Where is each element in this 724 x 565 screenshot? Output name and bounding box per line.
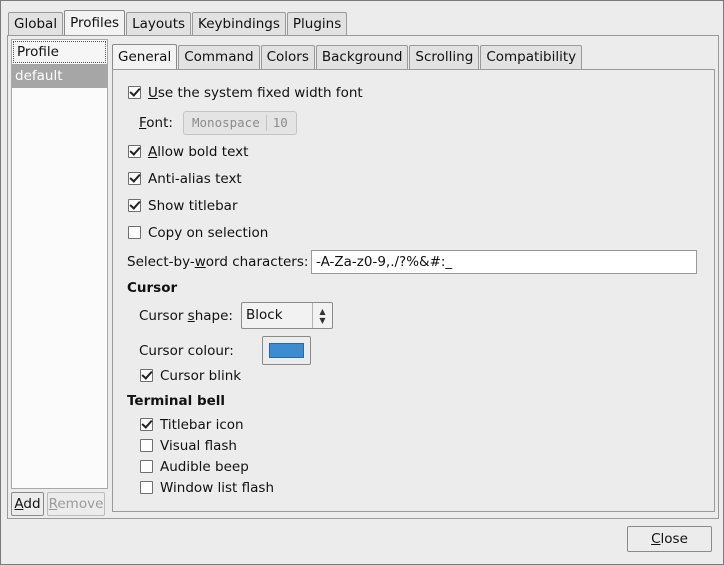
checkbox-icon [128, 86, 141, 99]
checkbox-icon [140, 418, 153, 431]
cursor-shape-select[interactable]: Block ▲ ▼ [241, 302, 333, 329]
font-label: Font: [139, 115, 173, 131]
profile-list-header[interactable]: Profile [13, 41, 106, 63]
font-size: 10 [272, 115, 288, 130]
tab-keybindings[interactable]: Keybindings [192, 12, 286, 36]
general-settings-panel: Use the system fixed width font Font: Mo… [112, 69, 715, 512]
tab-layouts[interactable]: Layouts [126, 12, 192, 36]
checkbox-icon [140, 460, 153, 473]
checkbox-icon [140, 369, 153, 382]
add-profile-button[interactable]: Add [11, 492, 44, 516]
copy-on-selection-checkbox[interactable]: Copy on selection [128, 223, 268, 243]
allow-bold-checkbox[interactable]: Allow bold text [128, 142, 248, 162]
font-name: Monospace [192, 115, 260, 130]
tab-background[interactable]: Background [315, 45, 409, 69]
checkbox-icon [140, 481, 153, 494]
word-chars-label: Select-by-word characters: [127, 254, 309, 270]
profiles-panel: Profile default Add Remove General Comma… [7, 35, 719, 519]
profile-tab-bar: General Command Colors Background Scroll… [112, 44, 583, 70]
checkbox-icon [128, 145, 141, 158]
profile-list[interactable]: Profile default [11, 39, 108, 489]
tab-profiles[interactable]: Profiles [64, 10, 126, 36]
tab-colors[interactable]: Colors [260, 45, 315, 69]
terminal-bell-heading: Terminal bell [127, 393, 226, 409]
cursor-colour-button[interactable] [262, 336, 311, 365]
close-button[interactable]: Close [627, 526, 712, 552]
profile-item-default[interactable]: default [12, 64, 107, 88]
updown-arrows-icon: ▲ ▼ [312, 303, 332, 328]
cursor-colour-label: Cursor colour: [139, 343, 234, 359]
titlebar-icon-checkbox[interactable]: Titlebar icon [140, 415, 244, 435]
font-picker-button[interactable]: Monospace 10 [183, 111, 297, 135]
cursor-shape-label: Cursor shape: [139, 308, 233, 324]
colour-swatch [269, 343, 304, 358]
checkbox-icon [140, 439, 153, 452]
cursor-shape-value: Block [246, 307, 283, 323]
tab-plugins[interactable]: Plugins [286, 12, 348, 36]
top-tab-bar: Global Profiles Layouts Keybindings Plug… [8, 10, 348, 36]
checkbox-icon [128, 226, 141, 239]
cursor-heading: Cursor [127, 280, 178, 296]
window-list-flash-checkbox[interactable]: Window list flash [140, 478, 274, 498]
tab-scrolling[interactable]: Scrolling [409, 45, 480, 69]
tab-general[interactable]: General [112, 44, 178, 69]
system-font-checkbox[interactable]: Use the system fixed width font [128, 83, 363, 103]
anti-alias-checkbox[interactable]: Anti-alias text [128, 169, 242, 189]
audible-beep-checkbox[interactable]: Audible beep [140, 457, 249, 477]
tab-compatibility[interactable]: Compatibility [480, 45, 583, 69]
font-separator [265, 115, 267, 131]
show-titlebar-checkbox[interactable]: Show titlebar [128, 196, 238, 216]
word-chars-input[interactable]: -A-Za-z0-9,./?%&#:_ [311, 250, 697, 274]
cursor-blink-checkbox[interactable]: Cursor blink [140, 366, 241, 386]
remove-profile-button[interactable]: Remove [47, 492, 105, 516]
preferences-window: Global Profiles Layouts Keybindings Plug… [0, 0, 724, 565]
visual-flash-checkbox[interactable]: Visual flash [140, 436, 237, 456]
checkbox-icon [128, 199, 141, 212]
checkbox-icon [128, 172, 141, 185]
tab-command[interactable]: Command [178, 45, 260, 69]
tab-global[interactable]: Global [8, 12, 64, 36]
